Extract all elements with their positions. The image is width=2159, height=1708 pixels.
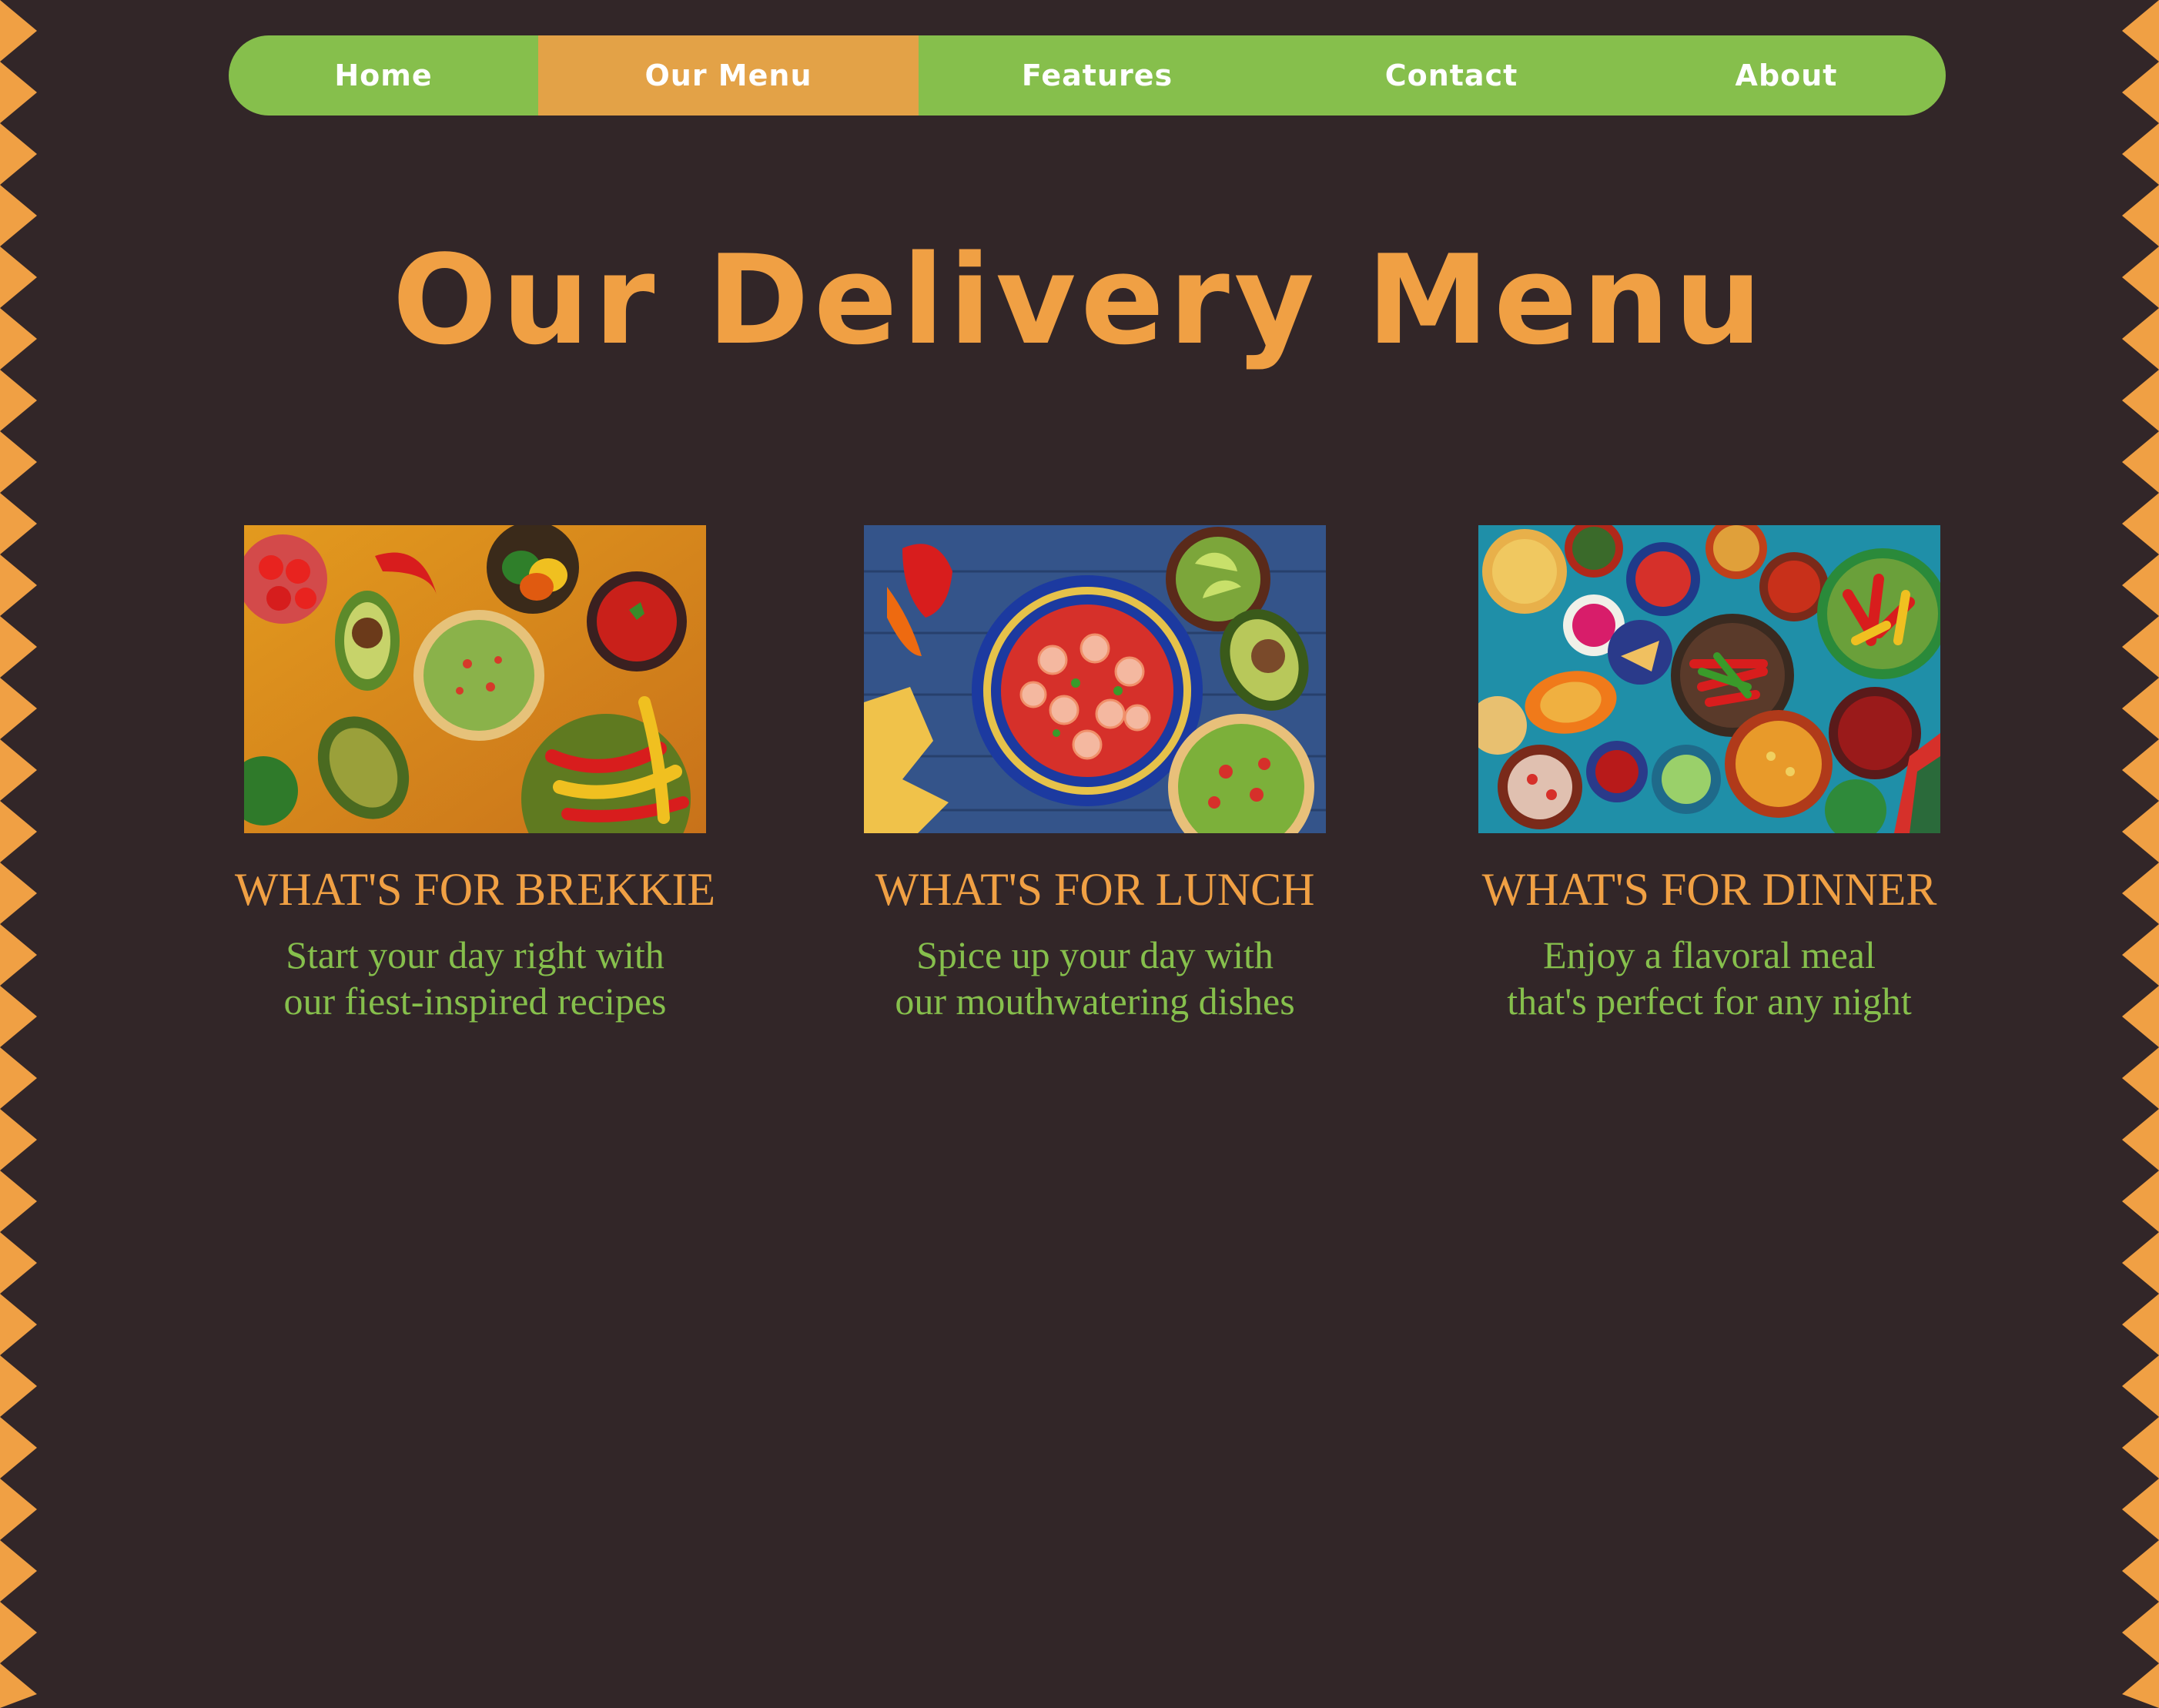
breakfast-food-photo: [244, 525, 706, 833]
card-title: WHAT'S FOR BREKKIE: [234, 864, 716, 915]
menu-card-breakfast[interactable]: WHAT'S FOR BREKKIE Start your day right …: [221, 525, 729, 1024]
card-title: WHAT'S FOR LUNCH: [875, 864, 1315, 915]
nav-home[interactable]: Home: [229, 35, 538, 116]
nav-our-menu[interactable]: Our Menu: [538, 35, 919, 116]
main-nav: Home Our Menu Features Contact About: [229, 35, 1946, 116]
lunch-food-photo: [864, 525, 1326, 833]
card-description: Spice up your day with our mouthwatering…: [895, 933, 1295, 1023]
nav-features[interactable]: Features: [919, 35, 1276, 116]
page-title: Our Delivery Menu: [392, 228, 1767, 372]
menu-card-dinner[interactable]: WHAT'S FOR DINNER Enjoy a flavoral meal …: [1455, 525, 1963, 1024]
nav-contact[interactable]: Contact: [1276, 35, 1627, 116]
nav-about[interactable]: About: [1627, 35, 1946, 116]
menu-card-lunch[interactable]: WHAT'S FOR LUNCH Spice up your day with …: [841, 525, 1349, 1024]
card-description: Start your day right with our fiest-insp…: [283, 933, 667, 1023]
dinner-food-photo: [1478, 525, 1940, 833]
card-title: WHAT'S FOR DINNER: [1481, 864, 1937, 915]
card-description: Enjoy a flavoral meal that's perfect for…: [1507, 933, 1912, 1023]
